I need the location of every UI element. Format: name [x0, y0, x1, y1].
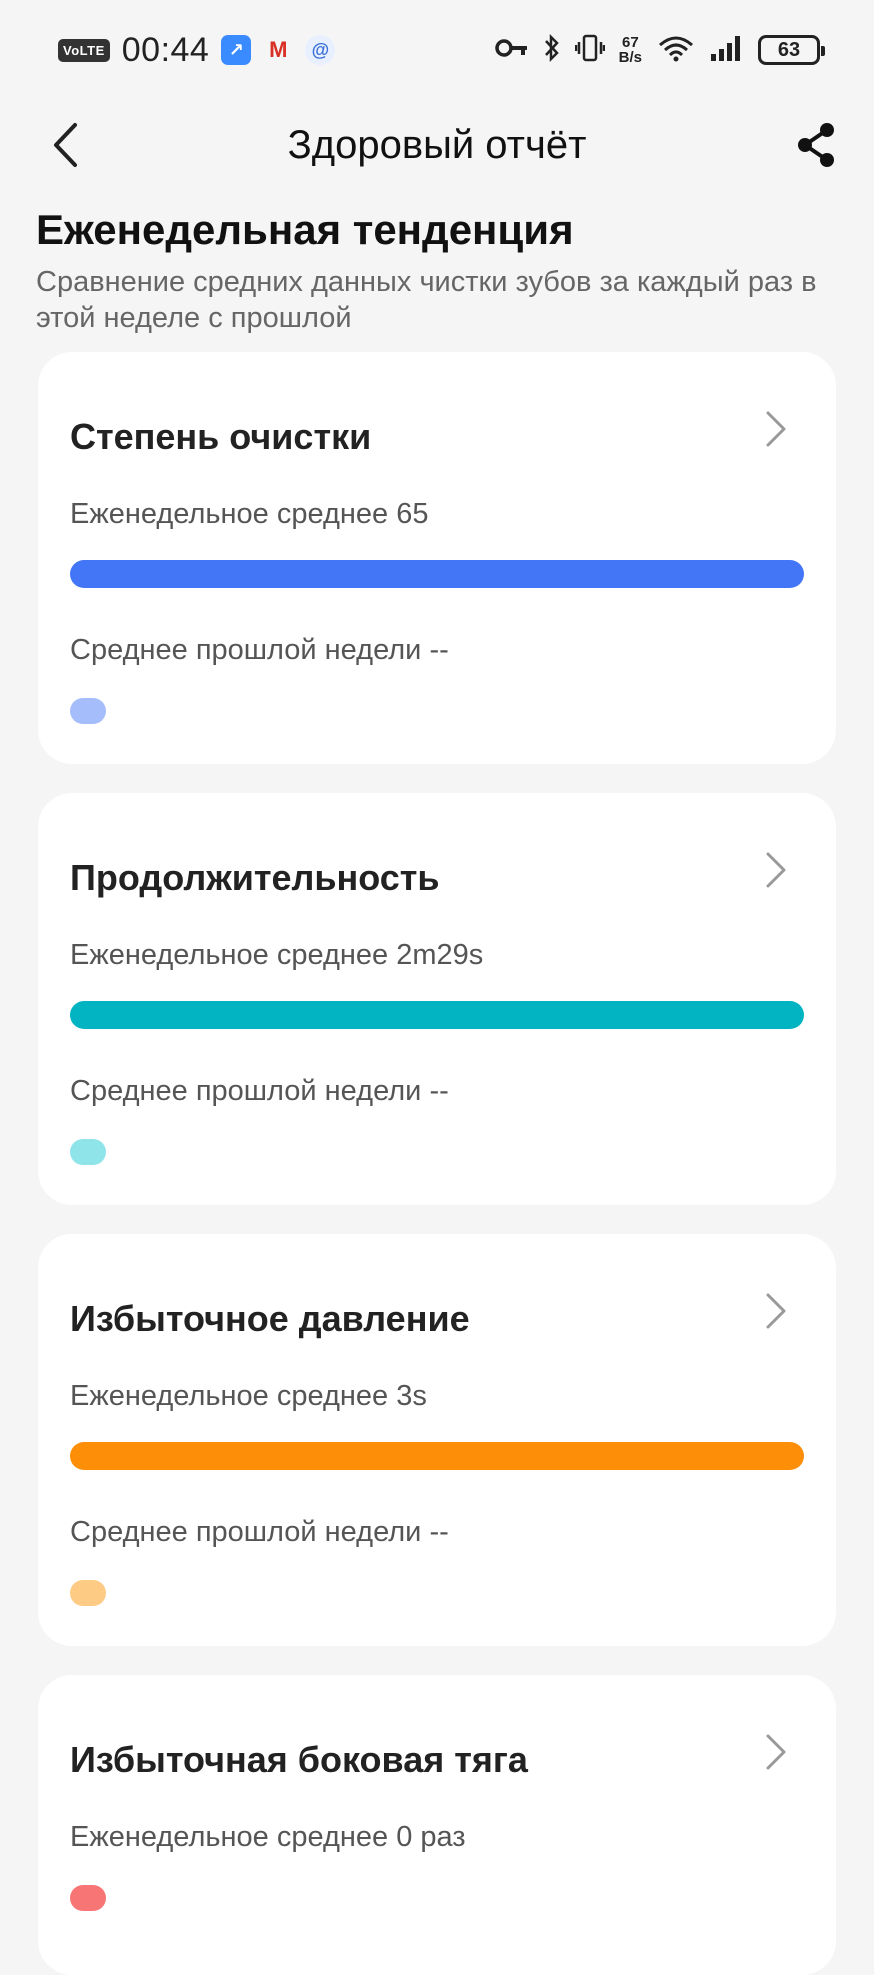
- last-week-average-dot: [70, 1580, 106, 1606]
- status-right: 67 B/s 63: [494, 33, 825, 68]
- status-time: 00:44: [121, 30, 210, 69]
- card-excess-side-pull[interactable]: Избыточная боковая тяга Еженедельное сре…: [38, 1675, 836, 1975]
- signal-icon: [710, 34, 744, 67]
- card-duration[interactable]: Продолжительность Еженедельное среднее 2…: [38, 793, 836, 1205]
- share-button[interactable]: [788, 120, 844, 170]
- weekly-average-bar: [70, 1442, 804, 1470]
- gmail-icon: M: [269, 37, 288, 62]
- back-button[interactable]: [40, 120, 90, 170]
- chevron-right-icon[interactable]: [756, 1286, 796, 1336]
- card-title: Степень очистки: [70, 416, 372, 457]
- app-notification-icon: ↗: [221, 35, 252, 65]
- card-excess-pressure[interactable]: Избыточное давление Еженедельное среднее…: [38, 1234, 836, 1646]
- card-title: Избыточная боковая тяга: [70, 1739, 528, 1780]
- section-subtitle: Сравнение средних данных чистки зубов за…: [36, 266, 817, 334]
- network-speed-unit: B/s: [618, 49, 642, 66]
- mail-at-icon: @: [305, 35, 336, 65]
- network-speed: 67 B/s: [619, 35, 642, 65]
- weekly-average-label: Еженедельное среднее 65: [70, 498, 429, 530]
- weekly-average-bar: [70, 560, 804, 588]
- chevron-right-icon[interactable]: [756, 1727, 796, 1777]
- share-icon: [798, 123, 834, 167]
- volte-icon: VoLTE: [58, 38, 110, 62]
- status-left: VoLTE 00:44 ↗ M @: [58, 30, 336, 70]
- back-arrow-icon: [54, 123, 77, 167]
- weekly-average-dot: [70, 1885, 106, 1911]
- battery-icon: 63: [758, 35, 825, 65]
- app-header: Здоровый отчёт: [0, 100, 874, 190]
- bluetooth-icon: [543, 33, 561, 68]
- weekly-average-label: Еженедельное среднее 0 раз: [70, 1821, 466, 1853]
- last-week-average-label: Среднее прошлой недели --: [70, 1075, 449, 1107]
- vibrate-icon: [574, 33, 605, 68]
- card-cleaning-degree[interactable]: Степень очистки Еженедельное среднее 65 …: [38, 352, 836, 764]
- weekly-average-label: Еженедельное среднее 2m29s: [70, 939, 484, 971]
- card-title: Избыточное давление: [70, 1298, 470, 1339]
- chevron-right-icon[interactable]: [756, 845, 796, 895]
- weekly-average-bar-fill: [70, 560, 804, 588]
- weekly-average-label: Еженедельное среднее 3s: [70, 1380, 427, 1412]
- key-icon: [494, 37, 529, 64]
- weekly-average-bar: [70, 1001, 804, 1029]
- card-title: Продолжительность: [70, 857, 440, 898]
- last-week-average-dot: [70, 1139, 106, 1165]
- chevron-right-icon[interactable]: [756, 404, 796, 454]
- page-title: Здоровый отчёт: [287, 122, 587, 167]
- wifi-icon: [656, 33, 696, 68]
- last-week-average-label: Среднее прошлой недели --: [70, 634, 449, 666]
- weekly-average-bar-fill: [70, 1001, 804, 1029]
- weekly-average-bar-fill: [70, 1442, 804, 1470]
- section-title: Еженедельная тенденция: [36, 206, 574, 253]
- status-bar: VoLTE 00:44 ↗ M @ 67 B/s 63: [0, 0, 874, 100]
- last-week-average-dot: [70, 698, 106, 724]
- last-week-average-label: Среднее прошлой недели --: [70, 1516, 449, 1548]
